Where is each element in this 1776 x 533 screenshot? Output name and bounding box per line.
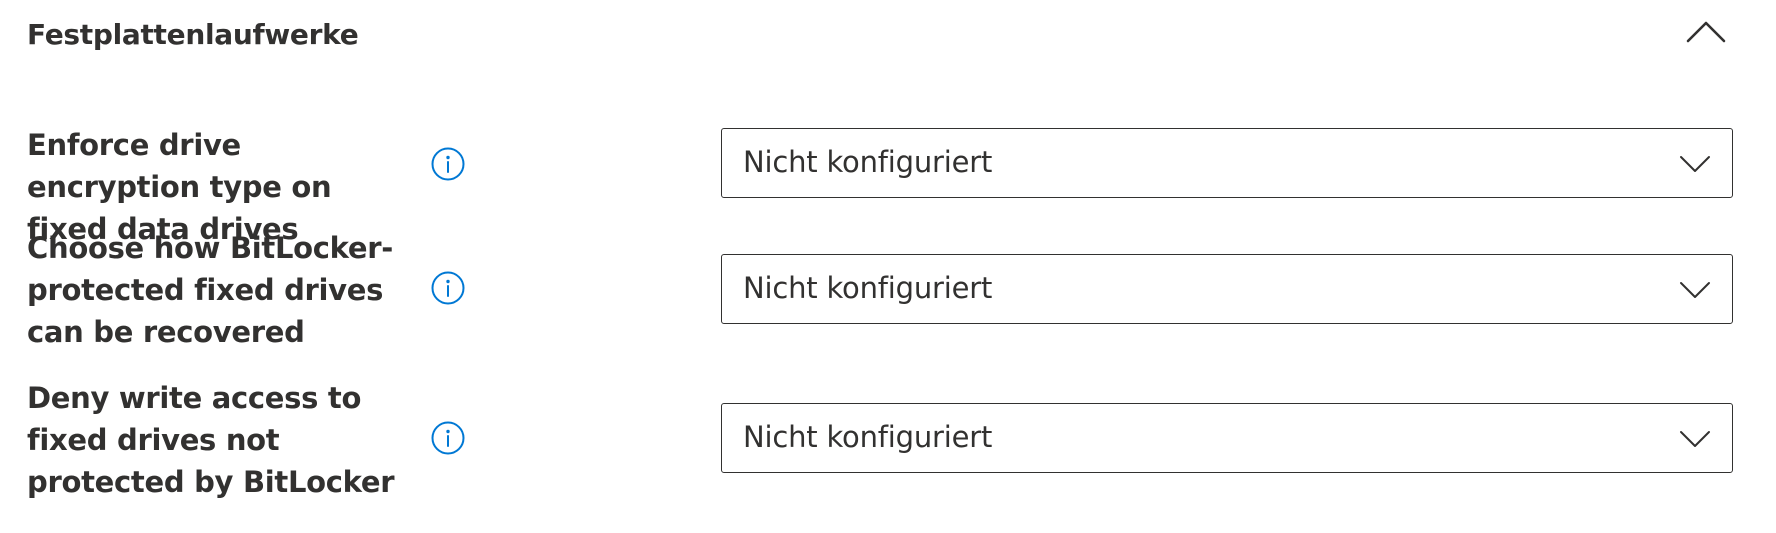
chevron-up-icon <box>1686 21 1726 43</box>
setting-row-recovery-options: Choose how BitLocker-protected fixed dri… <box>0 227 1776 353</box>
chevron-down-icon <box>1678 275 1712 303</box>
setting-label: Choose how BitLocker-protected fixed dri… <box>27 231 393 349</box>
setting-label: Deny write access to fixed drives not pr… <box>27 381 395 499</box>
section-header: Festplattenlaufwerke <box>0 0 1776 80</box>
info-icon[interactable] <box>430 146 466 182</box>
chevron-down-icon <box>1678 424 1712 452</box>
section-title: Festplattenlaufwerke <box>27 18 359 51</box>
deny-write-access-dropdown[interactable]: Nicht konfiguriert <box>721 403 1733 473</box>
dropdown-selected-value: Nicht konfiguriert <box>743 145 993 179</box>
setting-row-enforce-encryption-type: Enforce drive encryption type on fixed d… <box>0 124 1776 246</box>
chevron-down-icon <box>1678 149 1712 177</box>
setting-row-deny-write-access: Deny write access to fixed drives not pr… <box>0 377 1776 503</box>
encryption-type-dropdown[interactable]: Nicht konfiguriert <box>721 128 1733 198</box>
info-icon[interactable] <box>430 270 466 306</box>
dropdown-selected-value: Nicht konfiguriert <box>743 271 993 305</box>
collapse-section-button[interactable] <box>1684 14 1728 50</box>
dropdown-selected-value: Nicht konfiguriert <box>743 420 993 454</box>
info-icon[interactable] <box>430 420 466 456</box>
recovery-options-dropdown[interactable]: Nicht konfiguriert <box>721 254 1733 324</box>
